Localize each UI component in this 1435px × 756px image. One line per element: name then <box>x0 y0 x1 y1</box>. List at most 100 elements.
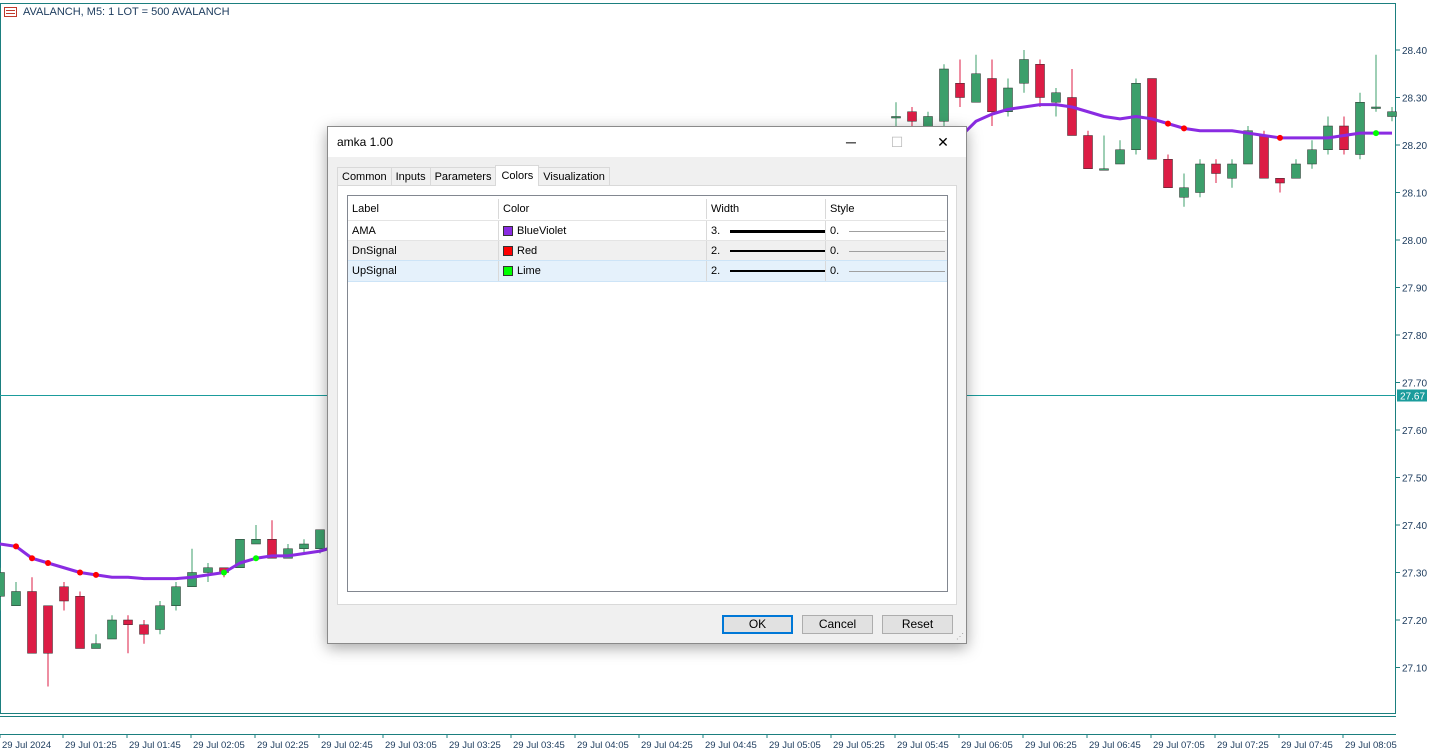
reset-button[interactable]: Reset <box>882 615 953 634</box>
dialog-title: amka 1.00 <box>337 135 394 149</box>
color-name: Lime <box>517 265 541 277</box>
time-tick-label: 29 Jul 2024 <box>2 740 51 751</box>
candle-body <box>1115 149 1125 165</box>
width-value: 2. <box>711 245 721 257</box>
row-label: DnSignal <box>348 241 499 261</box>
candle-body <box>1387 111 1397 117</box>
tab-colors[interactable]: Colors <box>495 165 540 186</box>
indicator-properties-dialog[interactable]: amka 1.00 ─ ☐ ✕ Common Inputs Parameters… <box>327 126 967 644</box>
width-cell[interactable]: 3. <box>707 221 826 241</box>
candle-body <box>939 68 949 122</box>
style-line-preview <box>849 250 946 252</box>
candle-body <box>203 567 213 573</box>
candle-body <box>1307 149 1317 165</box>
time-tick-label: 29 Jul 02:45 <box>321 740 373 751</box>
candle-body <box>1291 163 1301 179</box>
grid-row-ama[interactable]: AMA BlueViolet 3. 0. <box>348 220 947 241</box>
width-cell[interactable]: 2. <box>707 261 826 281</box>
candle-body <box>1227 163 1237 179</box>
time-tick-label: 29 Jul 05:45 <box>897 740 949 751</box>
time-tick-label: 29 Jul 07:25 <box>1217 740 1269 751</box>
colors-tab-panel: Label Color Width Style AMA BlueViolet 3… <box>337 185 957 605</box>
down-signal-dot <box>77 569 83 576</box>
candle-body <box>299 543 309 549</box>
colors-grid: Label Color Width Style AMA BlueViolet 3… <box>347 195 948 592</box>
tab-common[interactable]: Common <box>337 167 392 186</box>
candle-body <box>1339 125 1349 150</box>
tab-visualization[interactable]: Visualization <box>538 167 610 186</box>
current-price-label: 27.67 <box>1400 392 1425 403</box>
time-tick-label: 29 Jul 06:05 <box>961 740 1013 751</box>
candle-body <box>1243 130 1253 165</box>
column-header-style[interactable]: Style <box>826 199 947 219</box>
color-swatch-icon <box>503 226 513 236</box>
candle-body <box>891 116 901 119</box>
down-signal-dot <box>1181 125 1187 132</box>
grid-row-dnsignal[interactable]: DnSignal Red 2. 0. <box>348 240 947 261</box>
chart-symbol-label: AVALANCH, M5: 1 LOT = 500 AVALANCH <box>23 6 230 18</box>
minimize-button[interactable]: ─ <box>828 127 874 157</box>
close-button[interactable]: ✕ <box>920 127 966 157</box>
down-signal-dot <box>93 571 99 578</box>
style-cell[interactable]: 0. <box>826 261 947 281</box>
candle-body <box>187 572 197 587</box>
color-cell[interactable]: BlueViolet <box>499 221 707 241</box>
time-tick-label: 29 Jul 08:05 <box>1345 740 1397 751</box>
color-name: BlueViolet <box>517 225 567 237</box>
width-cell[interactable]: 2. <box>707 241 826 261</box>
column-header-color[interactable]: Color <box>499 199 707 219</box>
candle-body <box>139 624 149 635</box>
color-name: Red <box>517 245 538 257</box>
time-tick-label: 29 Jul 03:05 <box>385 740 437 751</box>
price-tick-label: 27.50 <box>1402 474 1427 485</box>
time-tick-label: 29 Jul 05:05 <box>769 740 821 751</box>
candle-body <box>59 586 69 602</box>
price-tick-label: 28.20 <box>1402 141 1427 152</box>
price-tick-label: 27.20 <box>1402 616 1427 627</box>
width-line-preview <box>730 270 825 272</box>
up-signal-dot <box>253 555 259 562</box>
down-signal-dot <box>45 560 51 566</box>
dialog-titlebar[interactable]: amka 1.00 ─ ☐ ✕ <box>328 127 966 157</box>
candle-body <box>1051 92 1061 103</box>
style-value: 0. <box>830 265 840 277</box>
candle-body <box>987 78 997 112</box>
candle-body <box>107 619 117 640</box>
time-tick-label: 29 Jul 04:05 <box>577 740 629 751</box>
time-tick-label: 29 Jul 06:25 <box>1025 740 1077 751</box>
maximize-button[interactable]: ☐ <box>874 127 920 157</box>
color-swatch-icon <box>503 266 513 276</box>
candle-body <box>971 73 981 103</box>
time-tick-label: 29 Jul 05:25 <box>833 740 885 751</box>
color-cell[interactable]: Lime <box>499 261 707 281</box>
column-header-label[interactable]: Label <box>348 199 499 219</box>
candle-body <box>1099 168 1109 171</box>
candle-body <box>1371 106 1381 109</box>
grid-row-upsignal[interactable]: UpSignal Lime 2. 0. <box>348 260 947 282</box>
candle-body <box>123 619 133 625</box>
resize-grip-icon[interactable]: ⋰ <box>956 633 964 641</box>
price-tick-label: 27.40 <box>1402 521 1427 532</box>
cancel-button[interactable]: Cancel <box>802 615 873 634</box>
up-signal-dot <box>221 569 227 576</box>
price-tick-label: 28.40 <box>1402 46 1427 57</box>
color-swatch-icon <box>503 246 513 256</box>
ok-button[interactable]: OK <box>722 615 793 634</box>
candle-body <box>43 605 53 654</box>
price-tick-label: 28.00 <box>1402 236 1427 247</box>
style-cell[interactable]: 0. <box>826 221 947 241</box>
candle-body <box>1019 59 1029 84</box>
style-line-preview <box>849 270 946 272</box>
time-tick-label: 29 Jul 02:05 <box>193 740 245 751</box>
candle-body <box>955 83 965 98</box>
column-header-width[interactable]: Width <box>707 199 826 219</box>
time-tick-label: 29 Jul 07:05 <box>1153 740 1205 751</box>
tab-parameters[interactable]: Parameters <box>429 167 497 186</box>
grid-header: Label Color Width Style <box>348 199 947 219</box>
style-cell[interactable]: 0. <box>826 241 947 261</box>
price-tick-label: 27.10 <box>1402 664 1427 675</box>
tab-inputs[interactable]: Inputs <box>390 167 431 186</box>
color-cell[interactable]: Red <box>499 241 707 261</box>
time-tick-label: 29 Jul 03:25 <box>449 740 501 751</box>
candle-body <box>1035 64 1045 98</box>
